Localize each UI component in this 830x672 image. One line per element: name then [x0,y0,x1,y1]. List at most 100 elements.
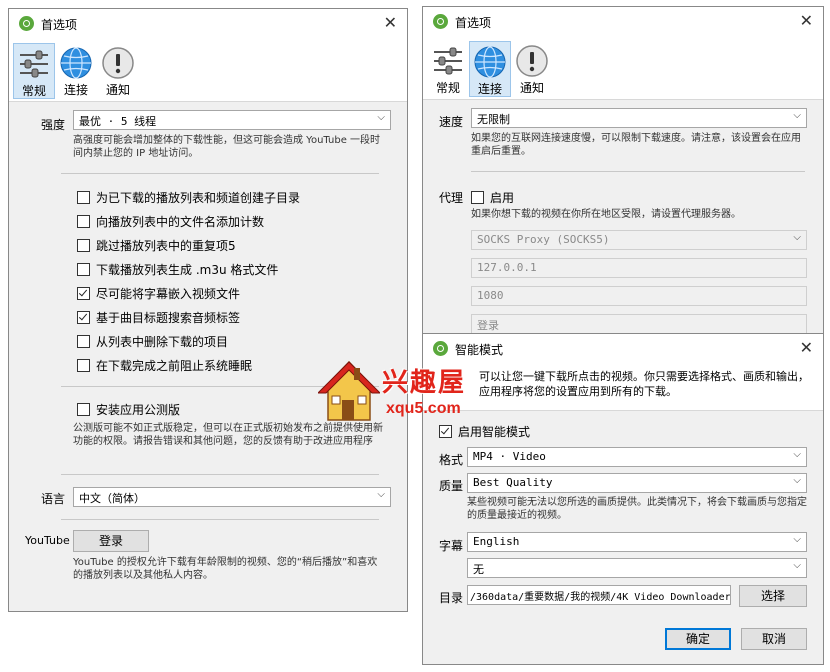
option-label: 基于曲目标题搜索音频标签 [96,311,241,325]
tab-connection-label: 连接 [477,82,502,96]
proxy-login-input[interactable]: 登录 [471,314,807,334]
youtube-description: YouTube 的授权允许下载有年龄限制的视频、您的“稍后播放”和喜欢的播放列表… [73,557,378,581]
speed-select[interactable]: 无限制 ⌵ [471,108,807,128]
subtitle-secondary-select[interactable]: 无 ⌵ [467,558,807,578]
watermark-url: xqu5.com [386,400,461,417]
option-checkbox[interactable] [77,311,90,324]
tab-general[interactable]: 常规 [427,41,469,97]
option-label: 尽可能将字幕嵌入视频文件 [96,287,241,301]
quality-value: Best Quality [473,476,553,489]
youtube-login-button[interactable]: 登录 [73,530,149,552]
format-select[interactable]: MP4 · Video ⌵ [467,447,807,467]
beta-label: 安装应用公测版 [96,403,181,417]
choose-directory-button[interactable]: 选择 [739,585,807,607]
ok-button[interactable]: 确定 [665,628,731,650]
format-value: MP4 · Video [473,450,546,463]
beta-option[interactable]: 安装应用公测版 [77,401,180,417]
house-logo [318,360,380,421]
chevron-down-icon: ⌵ [793,475,801,486]
title-bar: 首选项 ✕ [9,9,407,39]
directory-input[interactable]: /360data/重要数据/我的视频/4K Video Downloader [467,585,731,605]
proxy-enable-checkbox[interactable] [471,191,484,204]
tab-notifications[interactable]: 通知 [511,41,553,97]
option-checkbox[interactable] [77,191,90,204]
proxy-enable-option[interactable]: 启用 [471,189,514,205]
proxy-type-select[interactable]: SOCKS Proxy (SOCKS5) ⌵ [471,230,807,250]
option-checkbox[interactable] [77,287,90,300]
cancel-button[interactable]: 取消 [741,628,807,650]
option-label: 下载播放列表生成 .m3u 格式文件 [96,263,279,277]
app-icon [433,14,448,29]
title-bar: 首选项 ✕ [423,7,823,37]
close-icon[interactable]: ✕ [800,338,813,357]
speed-label: 速度 [439,115,464,129]
option-row[interactable]: 为已下载的播放列表和频道创建子目录 [77,189,300,205]
subtitle-value: English [473,535,520,548]
tab-connection[interactable]: 连接 [469,41,511,97]
option-row[interactable]: 下载播放列表生成 .m3u 格式文件 [77,261,278,277]
watermark: 兴趣屋 xqu5.com [318,358,488,428]
chevron-down-icon: ⌵ [377,112,385,123]
option-checkbox[interactable] [77,215,90,228]
option-row[interactable]: 尽可能将字幕嵌入视频文件 [77,285,240,301]
option-row[interactable]: 从列表中删除下载的项目 [77,333,228,349]
tab-general[interactable]: 常规 [13,43,55,99]
chevron-down-icon: ⌵ [377,489,385,500]
format-label: 格式 [439,453,464,467]
option-row[interactable]: 在下载完成之前阻止系统睡眠 [77,357,252,373]
tab-notifications[interactable]: 通知 [97,43,139,99]
option-label: 为已下载的播放列表和频道创建子目录 [96,191,301,205]
app-icon [19,16,34,31]
subtitle-language-select[interactable]: English ⌵ [467,532,807,552]
intro-text: 可以让您一键下载所点击的视频。你只需要选择格式、画质和输出，应用程序将您的设置应… [479,370,809,398]
option-row[interactable]: 基于曲目标题搜索音频标签 [77,309,240,325]
strength-description: 高强度可能会增加整体的下载性能，但这可能会造成 YouTube 一段时间内禁止您… [73,135,381,159]
tab-connection[interactable]: 连接 [55,43,97,99]
quality-select[interactable]: Best Quality ⌵ [467,473,807,493]
option-label: 向播放列表中的文件名添加计数 [96,215,265,229]
exclamation-icon [516,45,548,77]
beta-checkbox[interactable] [77,403,90,416]
option-checkbox[interactable] [77,263,90,276]
option-label: 跳过播放列表中的重复项5 [96,239,236,253]
exclamation-icon [102,47,134,79]
option-checkbox[interactable] [77,359,90,372]
preferences-window-general: 首选项 ✕ 常规 连接 通知 强度 最优 · 5 线程 ⌵ 高强度可能会增加整体… [8,8,408,612]
language-select[interactable]: 中文（简体） ⌵ [73,487,391,507]
strength-label: 强度 [41,118,66,132]
proxy-port-input[interactable]: 1080 [471,286,807,306]
divider [61,474,379,475]
chevron-down-icon: ⌵ [793,534,801,545]
subtitle-label: 字幕 [439,539,464,553]
option-row[interactable]: 跳过播放列表中的重复项5 [77,237,236,253]
globe-icon [60,47,92,79]
language-value: 中文（简体） [79,492,145,505]
close-icon[interactable]: ✕ [384,13,397,32]
youtube-label: YouTube [25,534,70,547]
language-label: 语言 [41,492,66,506]
option-row[interactable]: 向播放列表中的文件名添加计数 [77,213,264,229]
proxy-host-input[interactable]: 127.0.0.1 [471,258,807,278]
tab-connection-label: 连接 [63,83,88,97]
strength-value: 最优 · 5 线程 [79,115,157,128]
directory-label: 目录 [439,591,464,605]
window-title: 首选项 [41,18,78,32]
window-title: 智能模式 [455,343,504,357]
speed-value: 无限制 [477,113,510,126]
proxy-enable-label: 启用 [490,191,515,205]
quality-label: 质量 [439,479,464,493]
preferences-tabs: 常规 连接 通知 [423,37,823,100]
close-icon[interactable]: ✕ [800,11,813,30]
strength-select[interactable]: 最优 · 5 线程 ⌵ [73,110,391,130]
divider [471,171,805,172]
chevron-down-icon: ⌵ [793,449,801,460]
watermark-title: 兴趣屋 [382,368,467,398]
chevron-down-icon: ⌵ [793,232,801,243]
subtitle-secondary-value: 无 [473,563,484,576]
option-checkbox[interactable] [77,335,90,348]
quality-description: 某些视频可能无法以您所选的画质提供。此类情况下，将会下载画质与您指定的质量最接近… [467,497,807,521]
option-checkbox[interactable] [77,239,90,252]
option-label: 在下载完成之前阻止系统睡眠 [96,359,253,373]
option-label: 从列表中删除下载的项目 [96,335,229,349]
divider [61,173,379,174]
